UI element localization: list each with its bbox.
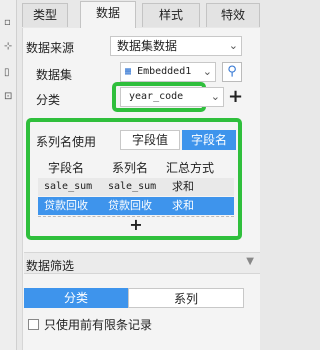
toolbar-icon[interactable]: ▯ <box>4 68 10 78</box>
row-field: 贷款回收 <box>44 199 88 212</box>
row-field: sale_sum <box>44 181 93 192</box>
table-row[interactable]: 贷款回收 贷款回收 求和 <box>38 197 234 215</box>
table-row[interactable]: sale_sum sale_sum 求和 <box>38 178 234 196</box>
tab-category[interactable]: 分类 <box>24 288 128 308</box>
row-series: sale_sum <box>108 181 157 192</box>
tab-effect[interactable]: 特效 <box>206 3 260 27</box>
tab-data[interactable]: 数据 <box>80 1 136 28</box>
row-summary: 求和 <box>172 180 194 193</box>
data-filter-section[interactable]: 数据筛选 ▼ <box>24 252 260 274</box>
limit-records-checkbox[interactable] <box>28 319 39 330</box>
category-select[interactable]: year_code ⌄ <box>120 87 224 107</box>
row-series: 贷款回收 <box>108 199 152 212</box>
dataset-value: Embedded1 <box>137 66 192 77</box>
chevron-down-icon: ⌄ <box>202 65 212 78</box>
chevron-down-icon: ⌄ <box>210 90 220 103</box>
dataset-select[interactable]: ▦ Embedded1 ⌄ <box>120 62 216 82</box>
category-value: year_code <box>129 91 184 102</box>
toolbar-icon[interactable]: ⊡ <box>4 92 12 102</box>
property-tabs: 类型 数据 样式 特效 <box>22 0 260 28</box>
table-icon: ▦ <box>125 66 132 77</box>
toolbar-icon[interactable]: ▫ <box>4 18 11 28</box>
chevron-down-icon: ⌄ <box>228 39 238 52</box>
add-row-button[interactable]: + <box>38 216 234 234</box>
category-label: 分类 <box>36 93 61 107</box>
data-filter-label: 数据筛选 <box>26 259 75 273</box>
column-header-field: 字段名 <box>48 161 85 175</box>
dataset-label: 数据集 <box>36 68 73 82</box>
series-option-field-value[interactable]: 字段值 <box>120 130 180 150</box>
column-header-series: 系列名 <box>112 161 149 175</box>
series-name-label: 系列名使用 <box>36 135 97 149</box>
left-toolbar: ▫ ⊹ ▯ ⊡ <box>0 0 17 350</box>
series-option-field-name[interactable]: 字段名 <box>182 130 236 150</box>
column-header-summary: 汇总方式 <box>166 161 215 175</box>
data-source-select[interactable]: 数据集数据 ⌄ <box>110 36 242 56</box>
tab-style[interactable]: 样式 <box>142 3 200 27</box>
toolbar-icon[interactable]: ⊹ <box>4 42 12 52</box>
chevron-down-icon: ▼ <box>246 256 254 267</box>
add-category-button[interactable]: + <box>228 88 243 106</box>
search-icon[interactable]: ⚲ <box>222 62 242 82</box>
row-summary: 求和 <box>172 199 194 212</box>
tab-series[interactable]: 系列 <box>128 288 244 308</box>
limit-records-label: 只使用前有限条记录 <box>44 318 153 332</box>
data-source-label: 数据来源 <box>26 41 75 55</box>
tab-type[interactable]: 类型 <box>22 3 68 27</box>
data-source-value: 数据集数据 <box>117 39 178 53</box>
